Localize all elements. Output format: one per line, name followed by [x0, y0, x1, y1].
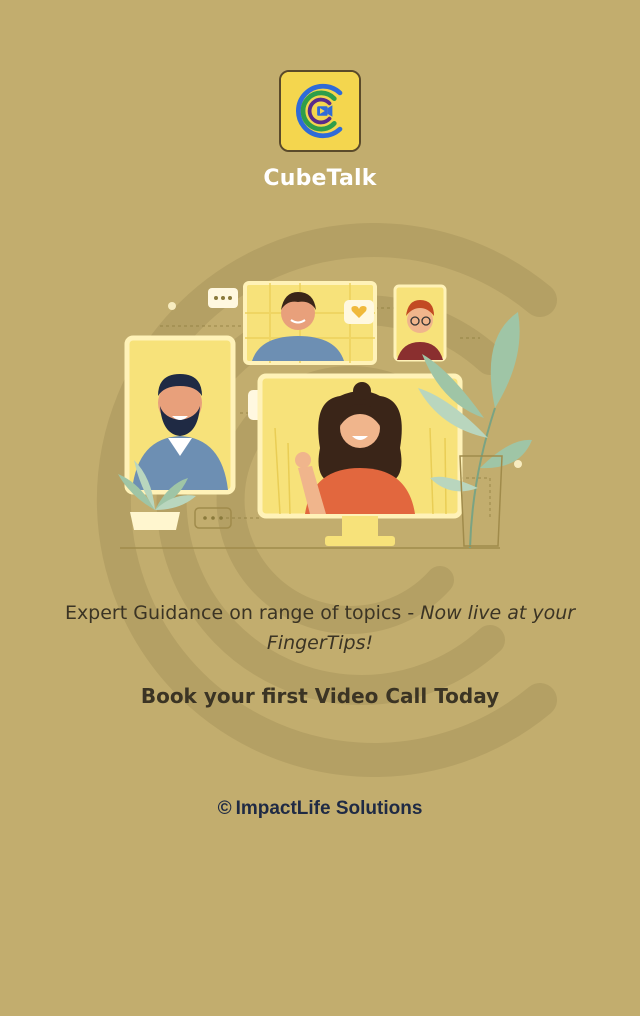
footer-copyright: © ImpactLife Solutions [0, 798, 640, 820]
chat-bubble-icon [208, 288, 238, 308]
tagline: Expert Guidance on range of topics - Now… [60, 598, 580, 658]
tagline-text: Expert Guidance on range of topics - [64, 602, 421, 624]
heart-bubble-icon [344, 300, 374, 324]
participant-frame-left [124, 335, 236, 495]
cubetalk-logo-icon [281, 72, 359, 150]
app-logo [279, 70, 361, 152]
typing-bubble-icon [194, 507, 232, 529]
video-call-group-illustration [118, 281, 532, 549]
company-name: ImpactLife Solutions [235, 798, 423, 819]
copyright-symbol: © [217, 798, 232, 819]
app-name: CubeTalk [263, 166, 377, 191]
book-video-call-cta: Book your first Video Call Today [140, 684, 500, 708]
participant-frame-top-right [393, 284, 447, 362]
